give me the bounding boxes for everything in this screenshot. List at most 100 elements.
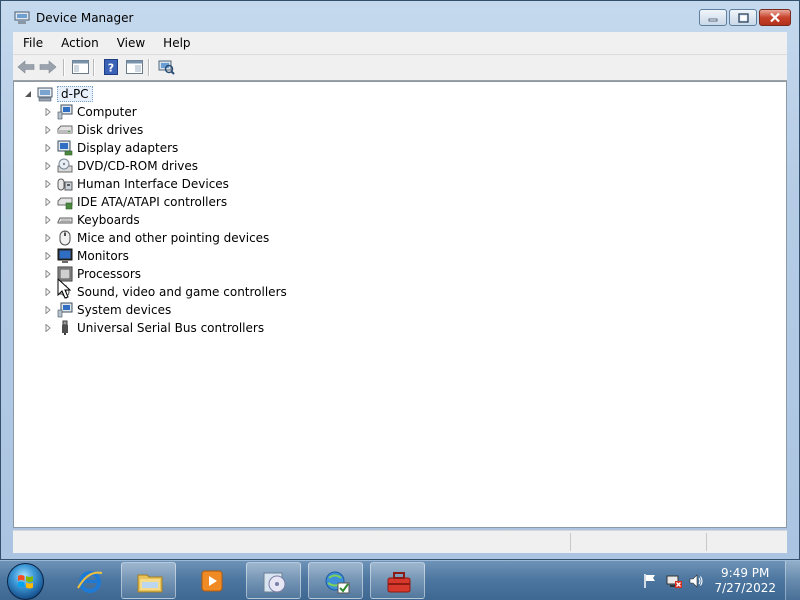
action-center-flag-icon[interactable]: [642, 573, 658, 589]
taskbar-clock[interactable]: 9:49 PM 7/27/2022: [714, 566, 776, 596]
tree-item-label: Human Interface Devices: [77, 177, 229, 191]
computer-icon: [57, 104, 73, 120]
expand-arrow-icon[interactable]: [43, 143, 53, 153]
device-manager-app-icon: [14, 11, 30, 24]
taskbar-network-check[interactable]: [308, 562, 363, 599]
mouse-cursor-icon: [57, 278, 72, 299]
expand-arrow-icon[interactable]: [43, 269, 53, 279]
tree-item-display-adapters[interactable]: Display adapters: [43, 139, 178, 157]
scan-hardware-icon[interactable]: [156, 58, 176, 76]
tree-item-human-interface-devices[interactable]: Human Interface Devices: [43, 175, 229, 193]
expand-arrow-icon[interactable]: [43, 197, 53, 207]
tree-item-label: Mice and other pointing devices: [77, 231, 270, 245]
network-icon[interactable]: [666, 573, 682, 589]
tree-item-label: System devices: [77, 303, 172, 317]
internet-explorer-icon: [77, 571, 103, 593]
taskbar-internet-explorer[interactable]: [62, 562, 117, 599]
expand-arrow-icon[interactable]: [43, 125, 53, 135]
tree-item-label: Monitors: [77, 249, 129, 263]
tree-item-label: Universal Serial Bus controllers: [77, 321, 265, 335]
forward-icon[interactable]: [38, 58, 58, 76]
maximize-button[interactable]: [729, 9, 757, 26]
device-manager-window: Device Manager File Action View Help ? d…: [0, 0, 800, 560]
usb-icon: [62, 320, 68, 335]
dvd-drive-icon: [57, 158, 73, 173]
hid-icon: [57, 178, 73, 191]
menu-action[interactable]: Action: [51, 36, 107, 50]
computer-root-icon: [37, 87, 53, 102]
clock-date: 7/27/2022: [714, 581, 776, 595]
back-icon[interactable]: [16, 58, 36, 76]
expand-arrow-icon[interactable]: [43, 161, 53, 171]
tree-root-label: d-PC: [57, 86, 93, 102]
tree-root[interactable]: d-PC: [23, 85, 93, 103]
menu-bar: File Action View Help: [13, 32, 787, 55]
tree-item-usb-controllers[interactable]: Universal Serial Bus controllers: [43, 319, 264, 337]
cd-burner-icon: [263, 572, 286, 593]
tree-item-sound-video-game[interactable]: Sound, video and game controllers: [43, 283, 287, 301]
display-adapter-icon: [57, 140, 73, 156]
expand-arrow-icon[interactable]: [43, 179, 53, 189]
device-tree-pane[interactable]: d-PC Computer Disk drives Display adapte…: [13, 81, 787, 528]
tree-item-mice[interactable]: Mice and other pointing devices: [43, 229, 269, 247]
tree-item-label: Display adapters: [77, 141, 179, 155]
clock-time: 9:49 PM: [721, 566, 770, 580]
tree-item-system-devices[interactable]: System devices: [43, 301, 171, 319]
expand-arrow-icon[interactable]: [43, 251, 53, 261]
title-bar[interactable]: Device Manager: [1, 1, 799, 31]
tree-item-label: IDE ATA/ATAPI controllers: [77, 195, 228, 209]
expand-arrow-icon[interactable]: [43, 287, 53, 297]
expand-arrow-icon[interactable]: [43, 305, 53, 315]
taskbar-media-player[interactable]: [184, 562, 239, 599]
tree-item-ide-controllers[interactable]: IDE ATA/ATAPI controllers: [43, 193, 227, 211]
menu-help[interactable]: Help: [153, 36, 198, 50]
ide-controller-icon: [57, 197, 73, 210]
maximize-icon: [730, 10, 756, 25]
close-button[interactable]: [759, 9, 791, 26]
windows-explorer-icon: [137, 574, 163, 593]
tree-item-keyboards[interactable]: Keyboards: [43, 211, 140, 229]
help-icon[interactable]: ?: [101, 58, 121, 76]
system-tray: 9:49 PM 7/27/2022: [630, 561, 800, 600]
close-icon: [760, 10, 790, 25]
toolbar-separator: [63, 59, 65, 76]
tree-item-dvd-drives[interactable]: DVD/CD-ROM drives: [43, 157, 198, 175]
minimize-button[interactable]: [699, 9, 727, 26]
monitor-icon: [57, 248, 73, 263]
expand-arrow-icon[interactable]: [43, 107, 53, 117]
tree-item-label: Processors: [77, 267, 142, 281]
toolbar-separator: [148, 59, 150, 76]
taskbar-windows-explorer[interactable]: [121, 562, 176, 599]
tree-item-label: Disk drives: [77, 123, 144, 137]
tree-item-label: Sound, video and game controllers: [77, 285, 287, 299]
menu-file[interactable]: File: [13, 36, 51, 50]
expand-arrow-icon[interactable]: [43, 233, 53, 243]
tree-item-label: Computer: [77, 105, 137, 119]
toolbar-separator: [93, 59, 95, 76]
tree-item-monitors[interactable]: Monitors: [43, 247, 129, 265]
start-button[interactable]: [7, 563, 44, 600]
tree-item-label: Keyboards: [77, 213, 140, 227]
system-devices-icon: [57, 302, 73, 318]
show-hide-console-tree-icon[interactable]: [70, 58, 90, 76]
window-title: Device Manager: [36, 11, 134, 25]
expand-arrow-icon[interactable]: [43, 323, 53, 333]
disk-drive-icon: [57, 125, 73, 134]
menu-view[interactable]: View: [107, 36, 153, 50]
minimize-icon: [700, 10, 726, 25]
taskbar-toolbox[interactable]: [370, 562, 425, 599]
properties-icon[interactable]: [124, 58, 144, 76]
taskbar-cd-burner[interactable]: [246, 562, 301, 599]
network-check-icon: [325, 571, 350, 594]
volume-icon[interactable]: [688, 573, 704, 589]
status-separator: [570, 533, 571, 551]
expand-arrow-icon[interactable]: [43, 215, 53, 225]
show-desktop-button[interactable]: [785, 561, 800, 600]
keyboard-icon: [57, 217, 73, 224]
media-player-icon: [201, 570, 223, 592]
tree-item-computer[interactable]: Computer: [43, 103, 137, 121]
tree-item-disk-drives[interactable]: Disk drives: [43, 121, 143, 139]
toolbar: ?: [13, 55, 787, 81]
svg-text:?: ?: [108, 62, 114, 75]
collapse-arrow-icon[interactable]: [23, 89, 33, 99]
